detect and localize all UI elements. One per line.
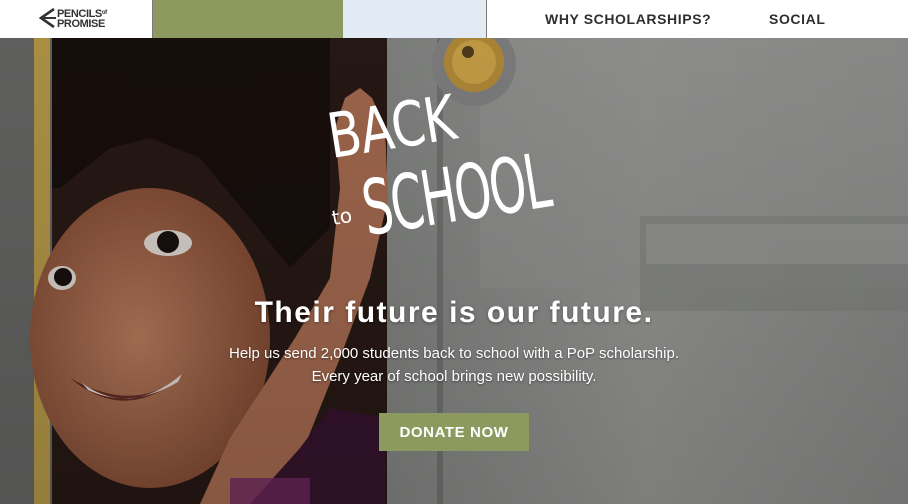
top-nav: PENCILSof PROMISE WHY SCHOLARSHIPS? SOCI… <box>0 0 908 39</box>
title-to: to <box>329 202 354 230</box>
back-to-school-title-art: BACK to SCHOOL <box>323 81 616 279</box>
hero-headline: Their future is our future. <box>254 296 654 329</box>
nav-link-social[interactable]: SOCIAL <box>769 11 826 27</box>
logo-wordmark: PENCILSof PROMISE <box>57 8 107 29</box>
pencils-of-promise-logo[interactable]: PENCILSof PROMISE <box>38 6 122 30</box>
logo-of: of <box>101 9 107 16</box>
logo-line2: PROMISE <box>57 17 105 30</box>
donate-now-button[interactable]: DONATE NOW <box>379 413 529 451</box>
hero-overlay: BACK to SCHOOL Their future is our futur… <box>0 38 908 504</box>
hero-subtext-line2: Every year of school brings new possibil… <box>311 368 597 385</box>
nav-tint-block <box>343 0 487 38</box>
chevron-left-icon <box>38 7 56 29</box>
hero-subtext-line1: Help us send 2,000 students back to scho… <box>229 345 679 362</box>
hero-banner: BACK to SCHOOL Their future is our futur… <box>0 38 908 504</box>
nav-link-why-scholarships[interactable]: WHY SCHOLARSHIPS? <box>545 11 711 27</box>
nav-accent-block <box>152 0 344 38</box>
